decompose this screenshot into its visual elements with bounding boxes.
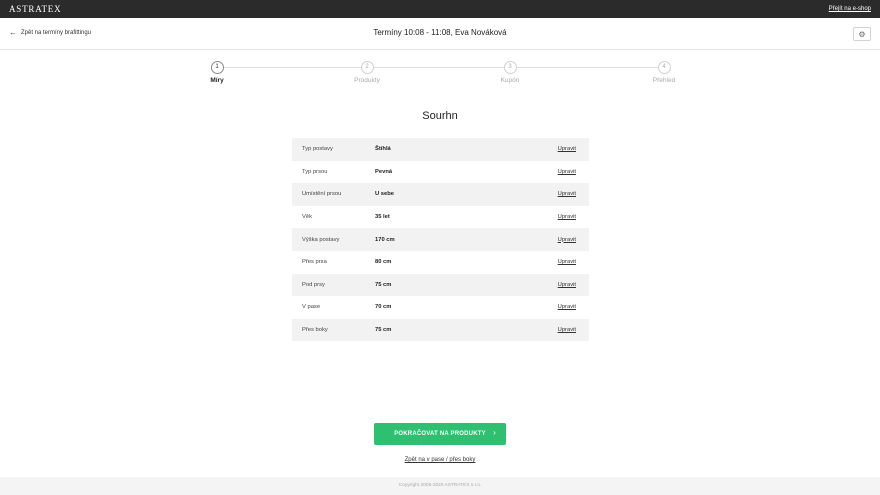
progress-stepper: 1 Míry 2 Produkty 3 Kupón 4 Přehled	[0, 58, 880, 88]
table-row: Typ prsou Pevná Upravit	[292, 161, 589, 184]
table-row: V pase 70 cm Upravit	[292, 296, 589, 319]
eshop-link[interactable]: Přejít na e-shop	[829, 6, 871, 12]
table-row: Typ postavy Štíhlá Upravit	[292, 138, 589, 161]
brand-logo: ASTRATEX	[9, 4, 62, 14]
edit-link[interactable]: Upravit	[558, 214, 589, 220]
edit-link[interactable]: Upravit	[558, 169, 589, 175]
edit-link[interactable]: Upravit	[558, 146, 589, 152]
step-number: 3	[503, 61, 517, 74]
settings-button[interactable]: ⚙	[853, 27, 871, 41]
top-bar: ASTRATEX Přejít na e-shop	[0, 0, 880, 18]
step-mery[interactable]: 1 Míry	[182, 58, 252, 84]
row-key: Věk	[302, 214, 312, 221]
row-key: Pod prsy	[302, 281, 325, 288]
step-label: Produkty	[354, 77, 380, 84]
table-row: Přes boky 75 cm Upravit	[292, 318, 589, 342]
table-row: Výška postavy 170 cm Upravit	[292, 228, 589, 251]
row-value: U sebe	[375, 191, 395, 198]
measurements-table: Typ postavy Štíhlá Upravit Typ prsou Pev…	[292, 138, 589, 342]
gear-icon: ⚙	[858, 29, 866, 39]
row-key: Výška postavy	[302, 236, 340, 243]
back-to-previous-step-link[interactable]: Zpět na v pase / přes boky	[405, 457, 476, 463]
summary-title: Sourhn	[422, 110, 458, 122]
row-key: V pase	[302, 304, 321, 311]
table-row: Přes prsa 80 cm Upravit	[292, 251, 589, 274]
row-value: 75 cm	[375, 281, 392, 288]
row-value: 35 let	[375, 214, 390, 221]
table-row: Věk 35 let Upravit	[292, 206, 589, 229]
row-value: Pevná	[375, 168, 393, 175]
table-row: Pod prsy 75 cm Upravit	[292, 273, 589, 297]
step-kupon[interactable]: 3 Kupón	[475, 58, 545, 84]
step-label: Přehled	[652, 77, 676, 84]
row-key: Přes boky	[302, 327, 328, 334]
step-number: 1	[210, 61, 224, 74]
step-label: Míry	[210, 77, 224, 84]
step-produkty[interactable]: 2 Produkty	[332, 58, 402, 84]
row-value: 70 cm	[375, 304, 392, 311]
stepper-line	[217, 67, 661, 68]
step-number: 2	[360, 61, 374, 74]
footer-copyright: Copyright 2005-2020 ASTRATEX s.r.o.	[0, 477, 880, 495]
continue-button-label: POKRAČOVAT NA PRODUKTY	[394, 431, 486, 437]
step-prehled[interactable]: 4 Přehled	[629, 58, 699, 84]
table-row: Umístění prsou U sebe Upravit	[292, 183, 589, 206]
edit-link[interactable]: Upravit	[558, 237, 589, 243]
step-number: 4	[657, 61, 671, 74]
row-value: 170 cm	[375, 236, 395, 243]
edit-link[interactable]: Upravit	[558, 282, 589, 288]
edit-link[interactable]: Upravit	[558, 304, 589, 310]
row-key: Typ postavy	[302, 146, 333, 153]
page-title: Termíny 10:08 - 11:08, Eva Nováková	[373, 28, 507, 37]
page-header: ← Zpět na termíny brafittingu Termíny 10…	[0, 18, 880, 50]
row-key: Umístění prsou	[302, 191, 342, 198]
chevron-right-icon: ›	[493, 428, 496, 437]
row-key: Přes prsa	[302, 259, 327, 266]
row-value: Štíhlá	[375, 146, 391, 153]
edit-link[interactable]: Upravit	[558, 259, 589, 265]
step-label: Kupón	[500, 77, 520, 84]
row-value: 75 cm	[375, 327, 392, 334]
edit-link[interactable]: Upravit	[558, 191, 589, 197]
edit-link[interactable]: Upravit	[558, 327, 589, 333]
row-value: 80 cm	[375, 259, 392, 266]
continue-to-products-button[interactable]: POKRAČOVAT NA PRODUKTY ›	[374, 423, 506, 445]
row-key: Typ prsou	[302, 168, 328, 175]
